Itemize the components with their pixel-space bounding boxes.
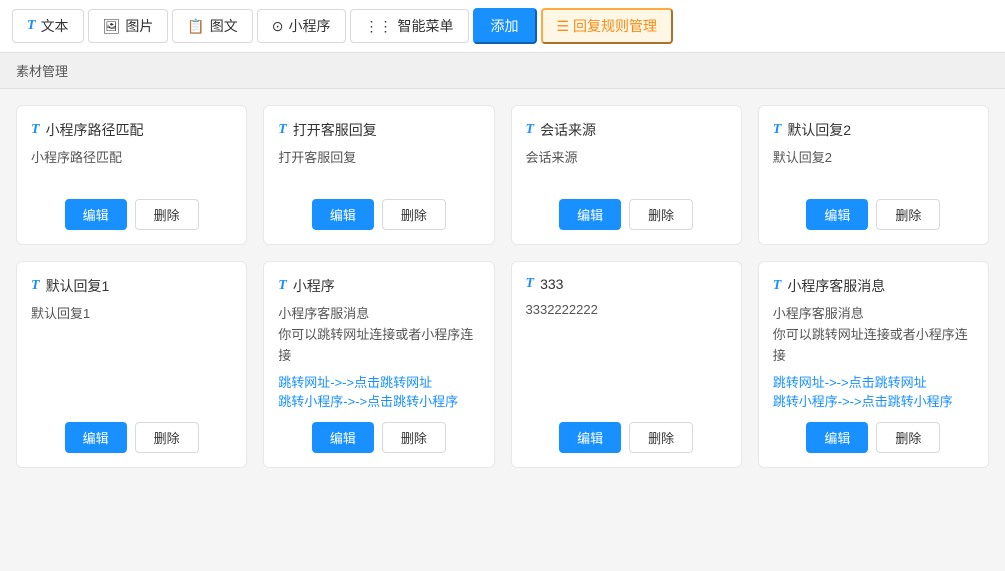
card-6-delete-button[interactable]: 删除	[382, 422, 446, 453]
tab-image-label: 图片	[125, 16, 153, 36]
card-3-icon: T	[526, 122, 535, 138]
tab-image[interactable]: 🖼 图片	[88, 9, 169, 43]
card-1-icon: T	[31, 122, 40, 138]
card-2-edit-button[interactable]: 编辑	[312, 199, 374, 230]
card-7-icon: T	[526, 276, 535, 292]
card-8-edit-button[interactable]: 编辑	[806, 422, 868, 453]
card-3: T 会话来源 会话来源 编辑 删除	[511, 105, 742, 245]
card-2-body: 打开客服回复	[278, 148, 479, 187]
section-header: 素材管理	[0, 53, 1005, 89]
card-2-actions: 编辑 删除	[278, 199, 479, 230]
card-7: T 333 3332222222 编辑 删除	[511, 261, 742, 468]
manage-rules-button[interactable]: ☰ 回复规则管理	[541, 8, 673, 44]
card-6-icon: T	[278, 278, 287, 294]
card-3-delete-button[interactable]: 删除	[629, 199, 693, 230]
card-1-delete-button[interactable]: 删除	[135, 199, 199, 230]
card-8-links: 跳转网址->->点击跳转网址 跳转小程序->->点击跳转小程序	[773, 372, 974, 410]
card-3-title: T 会话来源	[526, 120, 727, 140]
card-5-icon: T	[31, 278, 40, 294]
card-6: T 小程序 小程序客服消息 你可以跳转网址连接或者小程序连接 跳转网址->->点…	[263, 261, 494, 468]
cards-grid: T 小程序路径匹配 小程序路径匹配 编辑 删除 T 打开客服回复 打开客服回复 …	[0, 89, 1005, 484]
card-6-actions: 编辑 删除	[278, 422, 479, 453]
card-5-delete-button[interactable]: 删除	[135, 422, 199, 453]
card-4-icon: T	[773, 122, 782, 138]
miniprogram-icon: ⊙	[272, 18, 284, 35]
card-3-edit-button[interactable]: 编辑	[559, 199, 621, 230]
card-7-body: 3332222222	[526, 300, 727, 410]
tab-smartmenu[interactable]: ⋮⋮ 智能菜单	[350, 9, 469, 43]
toolbar: T 文本 🖼 图片 📋 图文 ⊙ 小程序 ⋮⋮ 智能菜单 添加 ☰ 回复规则管理	[0, 0, 1005, 53]
card-6-link-1: 跳转网址->->点击跳转网址	[278, 372, 479, 391]
card-2-title: T 打开客服回复	[278, 120, 479, 140]
text-icon: T	[27, 18, 36, 34]
tab-smartmenu-label: 智能菜单	[398, 16, 454, 36]
tab-text-label: 文本	[41, 16, 69, 36]
card-8: T 小程序客服消息 小程序客服消息 你可以跳转网址连接或者小程序连接 跳转网址-…	[758, 261, 989, 468]
card-4-edit-button[interactable]: 编辑	[806, 199, 868, 230]
card-8-body: 小程序客服消息 你可以跳转网址连接或者小程序连接	[773, 304, 974, 366]
card-1-edit-button[interactable]: 编辑	[65, 199, 127, 230]
card-6-title: T 小程序	[278, 276, 479, 296]
add-button[interactable]: 添加	[473, 8, 537, 44]
section-label: 素材管理	[16, 64, 68, 79]
card-5: T 默认回复1 默认回复1 编辑 删除	[16, 261, 247, 468]
tab-miniprogram-label: 小程序	[289, 16, 331, 36]
card-8-actions: 编辑 删除	[773, 422, 974, 453]
card-3-body: 会话来源	[526, 148, 727, 187]
card-8-link-1: 跳转网址->->点击跳转网址	[773, 372, 974, 391]
card-6-link-2: 跳转小程序->->点击跳转小程序	[278, 391, 479, 410]
card-5-edit-button[interactable]: 编辑	[65, 422, 127, 453]
manage-rules-label: 回复规则管理	[573, 18, 657, 34]
card-1: T 小程序路径匹配 小程序路径匹配 编辑 删除	[16, 105, 247, 245]
card-4-body: 默认回复2	[773, 148, 974, 187]
card-2-delete-button[interactable]: 删除	[382, 199, 446, 230]
card-8-icon: T	[773, 278, 782, 294]
card-6-links: 跳转网址->->点击跳转网址 跳转小程序->->点击跳转小程序	[278, 372, 479, 410]
card-8-delete-button[interactable]: 删除	[876, 422, 940, 453]
card-7-actions: 编辑 删除	[526, 422, 727, 453]
card-5-actions: 编辑 删除	[31, 422, 232, 453]
card-3-actions: 编辑 删除	[526, 199, 727, 230]
card-7-edit-button[interactable]: 编辑	[559, 422, 621, 453]
card-2: T 打开客服回复 打开客服回复 编辑 删除	[263, 105, 494, 245]
card-4-actions: 编辑 删除	[773, 199, 974, 230]
card-1-title: T 小程序路径匹配	[31, 120, 232, 140]
card-4: T 默认回复2 默认回复2 编辑 删除	[758, 105, 989, 245]
imagetext-icon: 📋	[187, 18, 204, 35]
card-4-delete-button[interactable]: 删除	[876, 199, 940, 230]
card-6-edit-button[interactable]: 编辑	[312, 422, 374, 453]
card-7-title: T 333	[526, 276, 727, 292]
card-5-body: 默认回复1	[31, 304, 232, 410]
card-2-icon: T	[278, 122, 287, 138]
card-1-body: 小程序路径匹配	[31, 148, 232, 187]
tab-imagetext-label: 图文	[210, 16, 238, 36]
rules-icon: ☰	[557, 18, 570, 34]
tab-imagetext[interactable]: 📋 图文	[172, 9, 252, 43]
card-5-title: T 默认回复1	[31, 276, 232, 296]
card-4-title: T 默认回复2	[773, 120, 974, 140]
smartmenu-icon: ⋮⋮	[365, 18, 393, 35]
tab-miniprogram[interactable]: ⊙ 小程序	[257, 9, 346, 43]
tab-text[interactable]: T 文本	[12, 9, 84, 43]
card-6-body: 小程序客服消息 你可以跳转网址连接或者小程序连接	[278, 304, 479, 366]
image-icon: 🖼	[103, 18, 121, 35]
card-8-title: T 小程序客服消息	[773, 276, 974, 296]
card-8-link-2: 跳转小程序->->点击跳转小程序	[773, 391, 974, 410]
card-1-actions: 编辑 删除	[31, 199, 232, 230]
card-7-delete-button[interactable]: 删除	[629, 422, 693, 453]
